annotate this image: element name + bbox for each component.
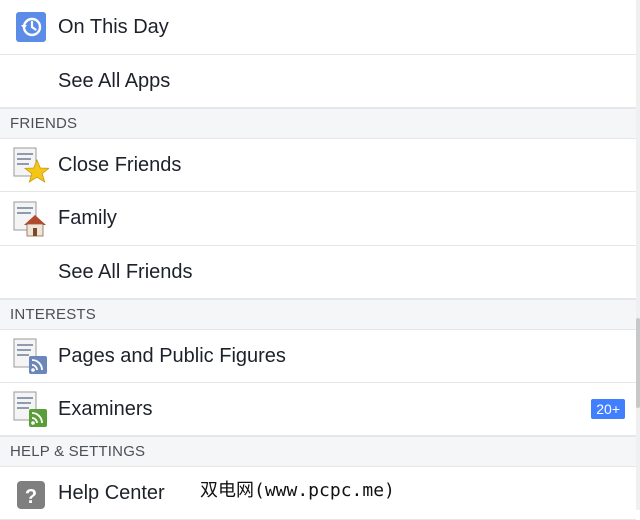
menu-item-examiners[interactable]: Examiners 20+ xyxy=(0,383,636,436)
menu-item-label: On This Day xyxy=(58,15,169,38)
menu-item-close-friends[interactable]: Close Friends xyxy=(0,139,636,192)
list-star-icon xyxy=(13,147,49,183)
menu-item-see-all-apps[interactable]: See All Apps xyxy=(0,55,636,108)
menu-item-label: Family xyxy=(58,207,117,229)
svg-text:?: ? xyxy=(25,486,37,508)
section-header-interests: INTERESTS xyxy=(0,299,636,330)
scrollbar-thumb[interactable] xyxy=(636,318,640,408)
menu-item-label: Pages and Public Figures xyxy=(58,344,286,367)
menu-item-family[interactable]: Family xyxy=(0,192,636,246)
menu-item-pages-public-figures[interactable]: Pages and Public Figures xyxy=(0,330,636,383)
menu-item-label: Examiners xyxy=(58,397,153,420)
scrollbar-track[interactable] xyxy=(636,0,640,510)
list-house-icon xyxy=(13,201,46,236)
section-header-help-settings: HELP & SETTINGS xyxy=(0,436,636,467)
list-rss-green-icon xyxy=(13,391,47,427)
sidebar-menu: On This Day See All Apps FRIENDS Close F… xyxy=(0,0,636,520)
menu-item-see-all-friends[interactable]: See All Friends xyxy=(0,246,636,299)
section-header-friends: FRIENDS xyxy=(0,108,636,139)
menu-item-label: See All Apps xyxy=(58,69,171,92)
watermark-text: 双电网(www.pcpc.me) xyxy=(198,476,397,502)
menu-item-label: Help Center xyxy=(58,481,165,504)
question-icon: ? xyxy=(17,481,45,509)
menu-item-on-this-day[interactable]: On This Day xyxy=(0,0,636,55)
menu-item-label: See All Friends xyxy=(58,260,193,283)
history-clock-icon xyxy=(16,12,46,42)
menu-item-label: Close Friends xyxy=(58,153,182,176)
count-badge: 20+ xyxy=(591,399,625,419)
list-rss-icon xyxy=(13,338,47,374)
